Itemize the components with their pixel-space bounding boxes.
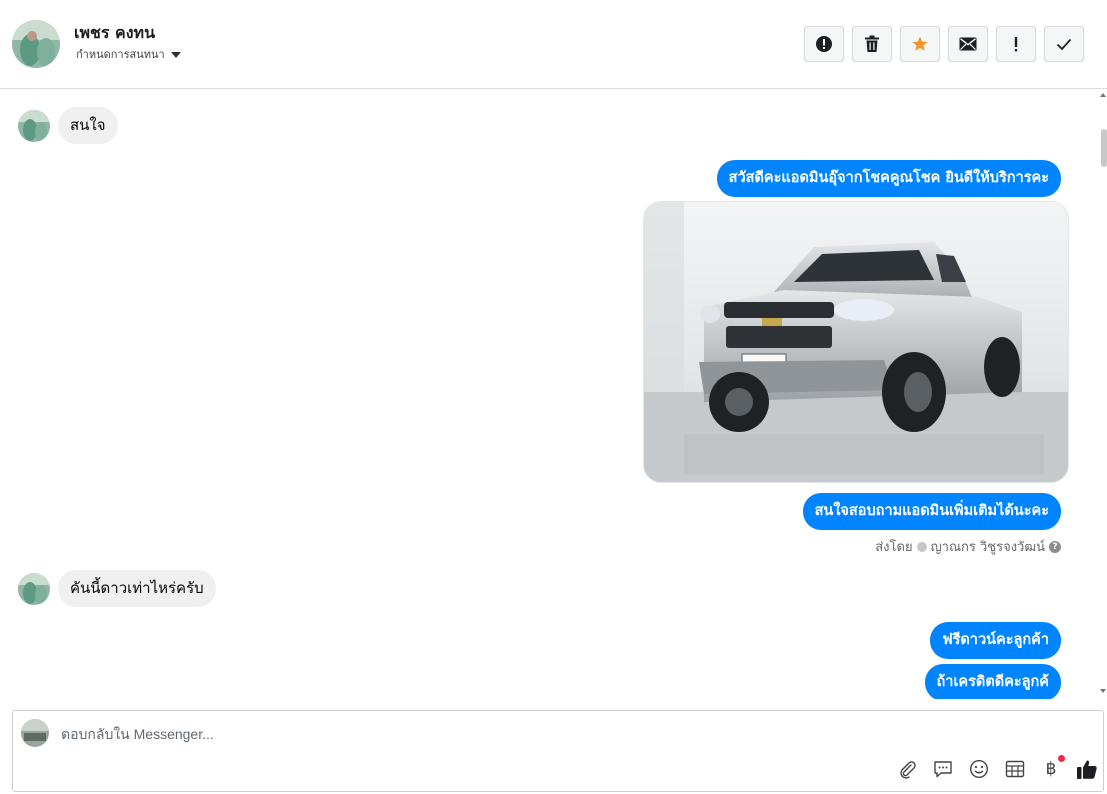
contact-avatar-small — [18, 109, 50, 142]
reply-input[interactable] — [61, 723, 1061, 745]
mark-done-button[interactable] — [1044, 26, 1084, 62]
composer-tools: ฿ — [895, 755, 1099, 781]
contact-avatar[interactable] — [12, 20, 60, 68]
attach-button[interactable] — [895, 757, 919, 781]
header-actions — [804, 26, 1084, 62]
emoji-button[interactable] — [967, 757, 991, 781]
incoming-message: คันนี้ดาวเท่าไหร่ครับ — [18, 570, 216, 607]
scroll-thumb[interactable] — [1101, 129, 1107, 167]
check-icon — [1056, 38, 1072, 51]
scroll-up-arrow-icon[interactable] — [1100, 93, 1106, 97]
page-avatar — [21, 719, 49, 747]
star-button[interactable] — [900, 26, 940, 62]
contact-avatar-small — [18, 572, 50, 605]
appointment-button[interactable] — [1003, 757, 1027, 781]
report-spam-button[interactable] — [804, 26, 844, 62]
mark-unread-button[interactable] — [948, 26, 988, 62]
conversation-header: เพชร คงทน กำหนดการสนทนา — [0, 0, 1107, 89]
message-scrollbar[interactable] — [1099, 89, 1107, 699]
message-bubble-outgoing[interactable]: ฟรีดาวน์คะลูกค้า — [930, 622, 1061, 659]
star-icon — [912, 36, 928, 51]
paperclip-icon — [900, 761, 916, 779]
conversation-stage-dropdown[interactable]: กำหนดการสนทนา — [76, 45, 181, 63]
message-bubble-outgoing[interactable]: สวัสดีคะแอดมินอุ๊จากโชคคูณโชค ยินดีให้บร… — [716, 160, 1061, 197]
delete-button[interactable] — [852, 26, 892, 62]
sent-by-agent: ญาณกร วิชูรจงวัฒน์ — [930, 540, 1045, 555]
saved-reply-icon — [934, 761, 952, 778]
message-bubble-incoming[interactable]: สนใจ — [58, 107, 118, 144]
baht-icon: ฿ — [1045, 759, 1057, 779]
notification-dot — [1058, 755, 1065, 762]
exclamation-icon — [1014, 37, 1018, 52]
reply-composer: ฿ — [12, 710, 1104, 792]
caret-down-icon — [170, 51, 181, 58]
message-bubble-outgoing[interactable]: ถ้าเครดิตดีคะลูกค้ — [924, 664, 1061, 699]
incoming-message: สนใจ — [18, 107, 118, 144]
saved-replies-button[interactable] — [931, 757, 955, 781]
sent-by-prefix: ส่งโดย — [875, 540, 913, 555]
envelope-icon — [959, 37, 977, 51]
trash-icon — [865, 35, 879, 52]
message-bubble-outgoing[interactable]: สนใจสอบถามแอดมินเพิ่มเติมได้นะคะ — [802, 493, 1061, 530]
table-icon — [1005, 760, 1025, 778]
alert-circle-icon — [816, 36, 832, 52]
mark-important-button[interactable] — [996, 26, 1036, 62]
help-icon[interactable]: ? — [1049, 540, 1061, 553]
contact-name[interactable]: เพชร คงทน — [74, 21, 155, 46]
conversation-stage-label: กำหนดการสนทนา — [76, 48, 165, 61]
sent-by-line: ส่งโดย ญาณกร วิชูรจงวัฒน์ ? — [875, 536, 1061, 557]
message-thread: สนใจ สวัสดีคะแอดมินอุ๊จากโชคคูณโชค ยินดี… — [0, 89, 1099, 699]
message-bubble-incoming[interactable]: คันนี้ดาวเท่าไหร่ครับ — [58, 570, 216, 607]
emoji-icon — [969, 759, 989, 779]
payment-button[interactable]: ฿ — [1039, 755, 1065, 781]
scroll-down-arrow-icon[interactable] — [1100, 689, 1106, 693]
thumbs-up-icon — [1077, 760, 1097, 779]
like-button[interactable] — [1075, 757, 1099, 781]
agent-avatar-icon — [916, 541, 927, 552]
message-image-truck[interactable] — [643, 201, 1069, 483]
